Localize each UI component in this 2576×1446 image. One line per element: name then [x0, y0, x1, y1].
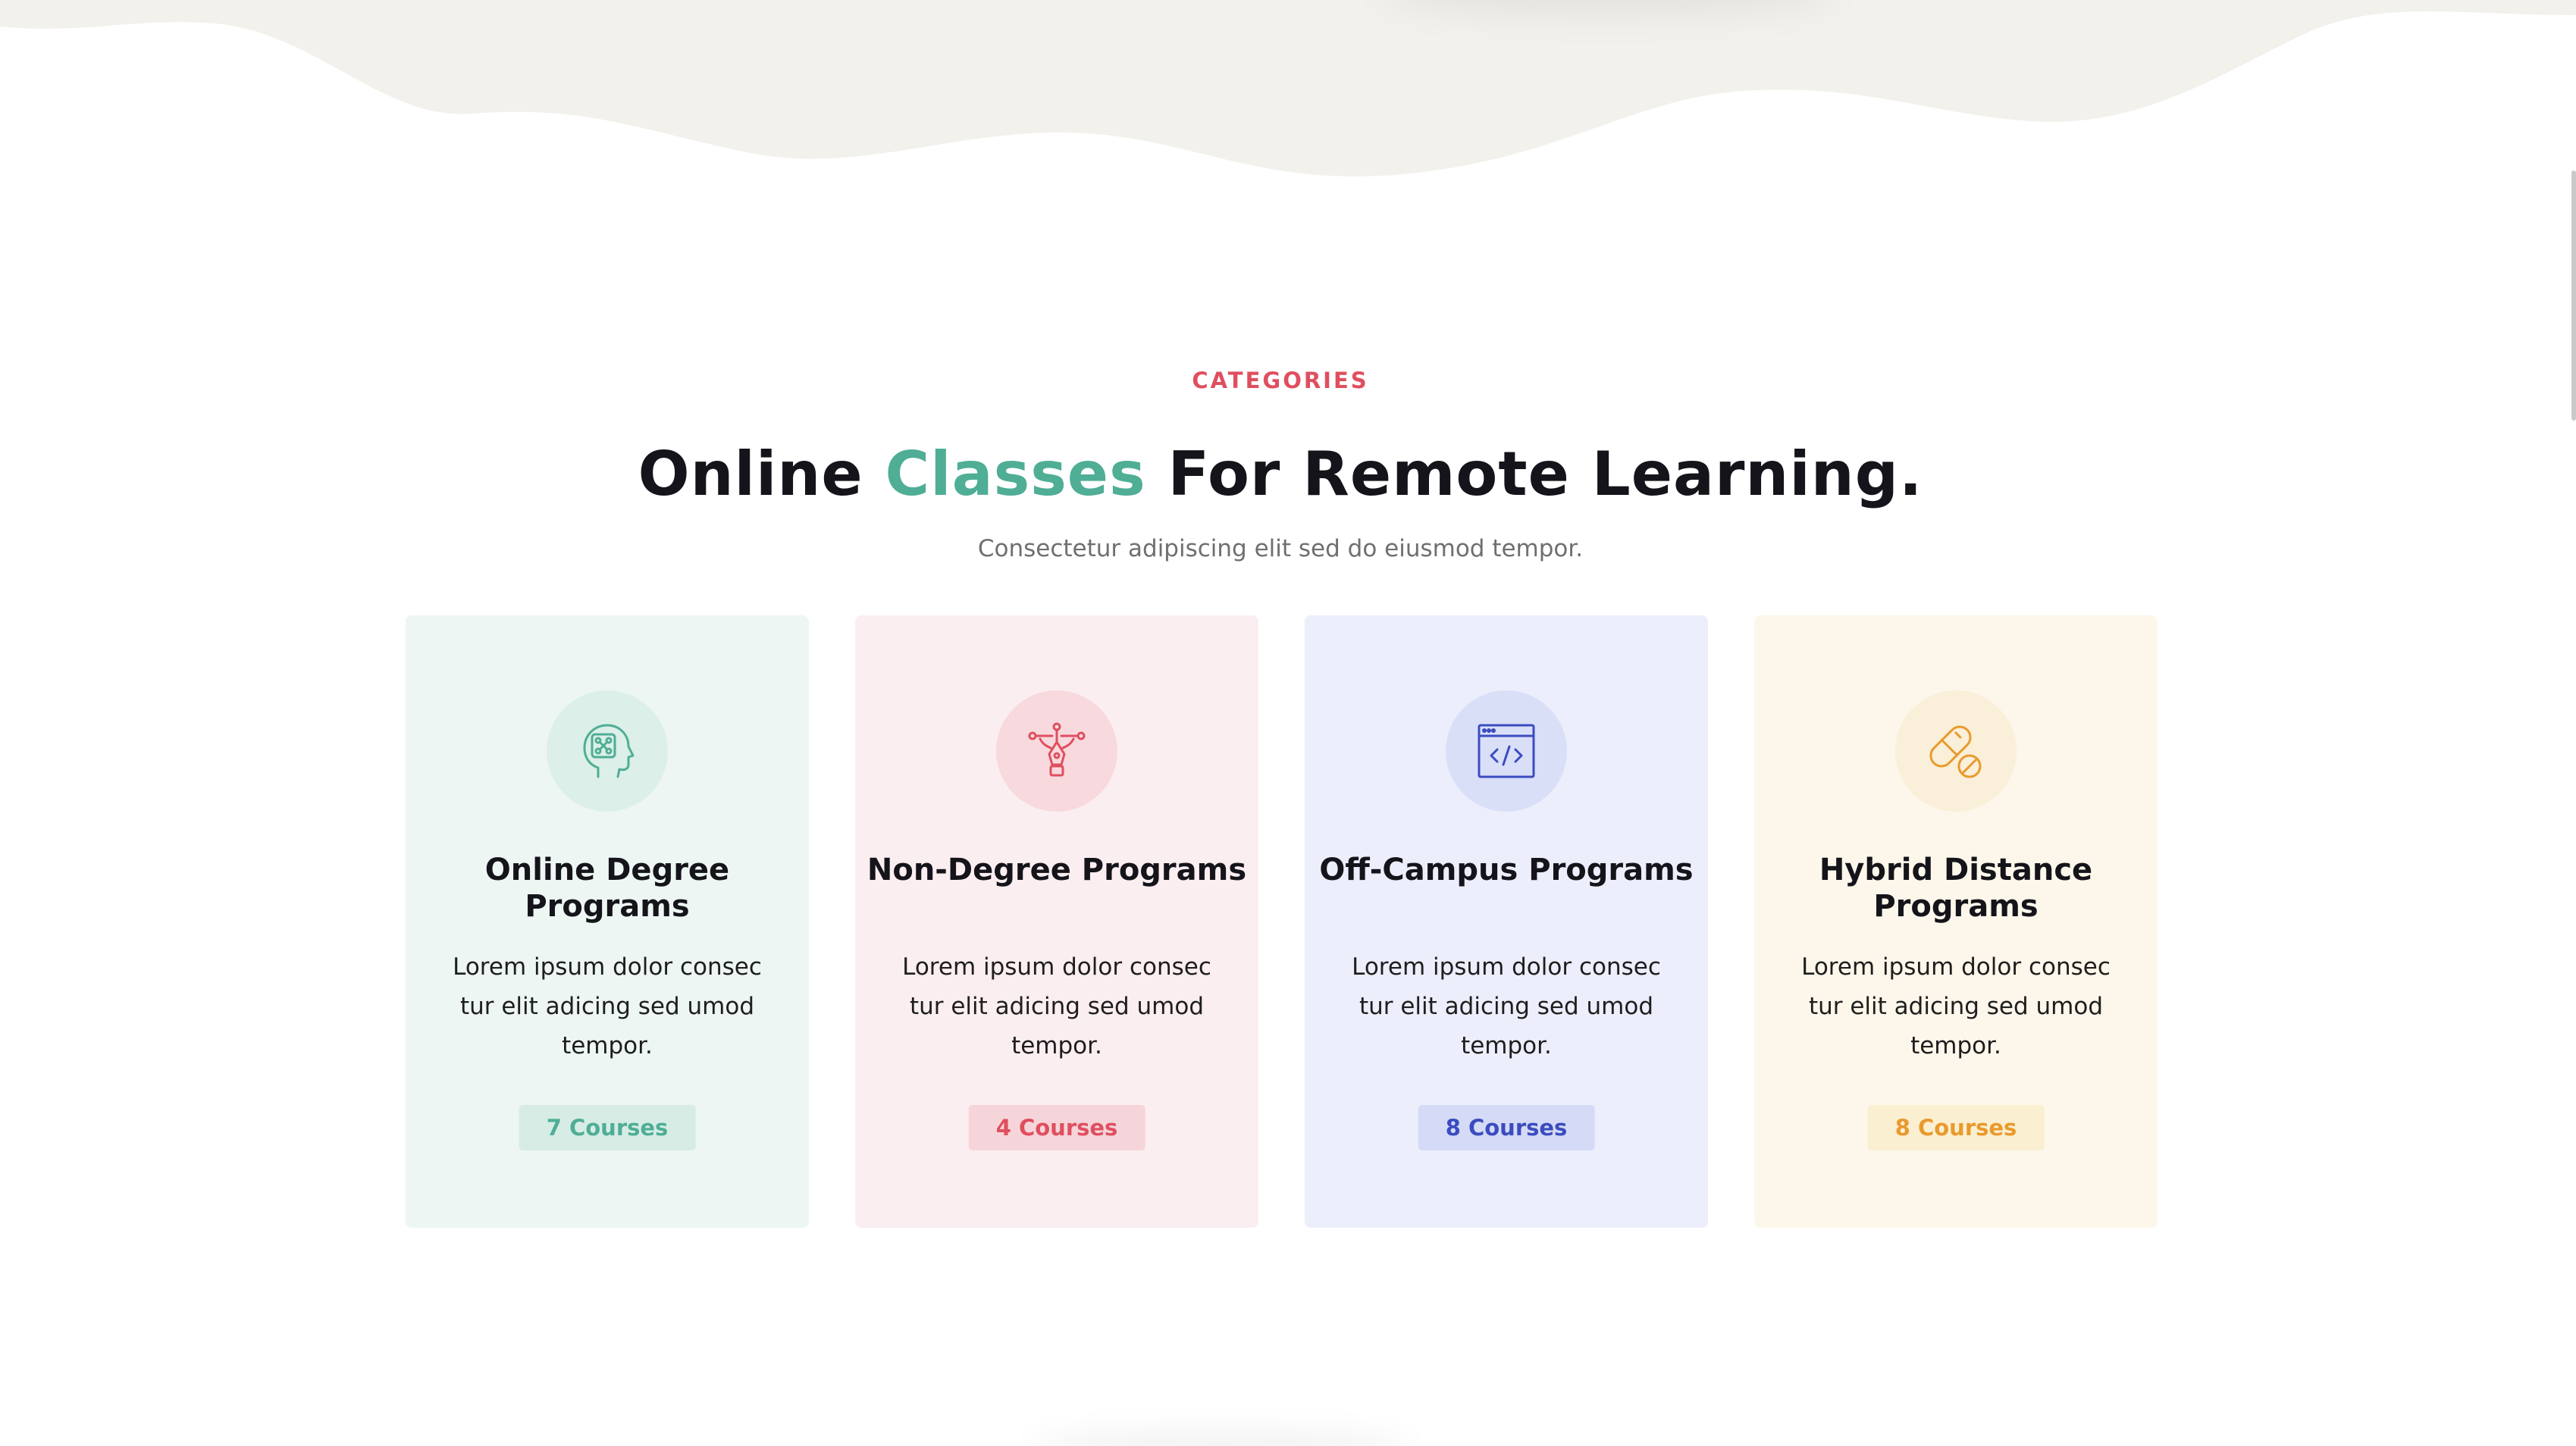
eyebrow-label: CATEGORIES — [1192, 368, 1369, 393]
icon-circle — [1446, 690, 1567, 812]
brain-head-icon — [583, 724, 635, 778]
page: CATEGORIES Online Classes For Remote Lea… — [0, 0, 2576, 1446]
title-part-1: Online — [638, 439, 885, 509]
section-subtitle: Consectetur adipiscing elit sed do eiusm… — [977, 535, 1584, 562]
category-card-hybrid-distance[interactable]: Hybrid Distance Programs Lorem ipsum dol… — [1754, 615, 2158, 1228]
card-title: Non-Degree Programs — [867, 853, 1247, 887]
pen-tool-icon — [1028, 722, 1086, 777]
card-title: Off-Campus Programs — [1319, 853, 1694, 887]
card-title: Online Degree Programs — [484, 853, 730, 924]
category-card-online-degree[interactable]: Online Degree Programs Lorem ipsum dolor… — [406, 615, 809, 1228]
title-part-2: For Remote Learning. — [1145, 439, 1923, 509]
course-count-badge[interactable]: 4 Courses — [968, 1105, 1145, 1150]
icon-circle — [1895, 690, 2017, 812]
title-accent: Classes — [885, 439, 1146, 509]
course-count-badge[interactable]: 7 Courses — [519, 1105, 696, 1150]
decorative-wave — [0, 0, 2576, 177]
card-description: Lorem ipsum dolor consec tur elit adicin… — [1801, 953, 2111, 1059]
section-title: Online Classes For Remote Learning. — [0, 438, 2561, 511]
category-card-non-degree[interactable]: Non-Degree Programs Lorem ipsum dolor co… — [855, 615, 1258, 1228]
scrollbar[interactable] — [2571, 171, 2576, 421]
section-heading: CATEGORIES Online Classes For Remote Lea… — [0, 364, 2561, 567]
pills-icon — [1929, 725, 1982, 778]
card-title: Hybrid Distance Programs — [1819, 853, 2093, 924]
bottom-shadow — [1031, 1431, 1410, 1446]
card-description: Lorem ipsum dolor consec tur elit adicin… — [1352, 953, 1661, 1059]
icon-circle — [996, 690, 1117, 812]
card-description: Lorem ipsum dolor consec tur elit adicin… — [902, 953, 1211, 1059]
category-cards: Online Degree Programs Lorem ipsum dolor… — [406, 615, 2158, 1228]
code-window-icon — [1478, 724, 1535, 778]
course-count-badge[interactable]: 8 Courses — [1418, 1105, 1595, 1150]
icon-circle — [547, 690, 668, 812]
course-count-badge[interactable]: 8 Courses — [1867, 1105, 2045, 1150]
category-card-off-campus[interactable]: Off-Campus Programs Lorem ipsum dolor co… — [1305, 615, 1708, 1228]
card-description: Lorem ipsum dolor consec tur elit adicin… — [453, 953, 762, 1059]
